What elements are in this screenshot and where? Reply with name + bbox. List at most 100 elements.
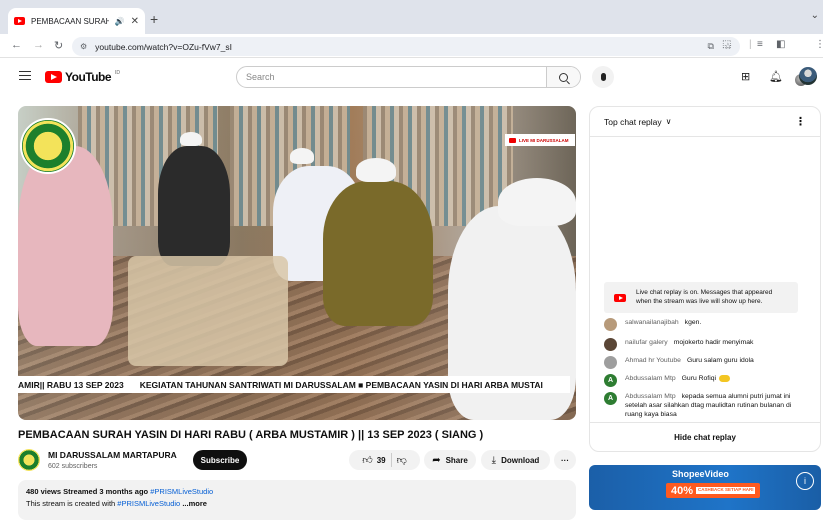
- food-trays: [128, 256, 288, 366]
- speaker-icon[interactable]: 🔊: [115, 17, 125, 26]
- live-badge-label: LIVE MI DARUSSALAM: [519, 137, 569, 143]
- browser-menu-icon[interactable]: ⋮: [815, 39, 823, 50]
- like-button[interactable]: 👍︎ 39: [362, 454, 385, 466]
- chevron-down-icon[interactable]: ∨: [666, 117, 672, 126]
- open-in-app-icon[interactable]: ⧉: [707, 41, 713, 52]
- ad-promo-percent: 40%: [671, 484, 694, 497]
- chat-author-name[interactable]: nailufar galery: [625, 339, 668, 346]
- youtube-logo[interactable]: YouTube ID: [45, 70, 120, 84]
- description-stats-row: 480 views Streamed 3 months ago #PRISMLi…: [26, 487, 568, 496]
- tab-title: PEMBACAAN SURAH YAS: [31, 16, 109, 26]
- search-input[interactable]: Search: [237, 67, 546, 87]
- logo-wordmark: YouTube: [65, 70, 112, 84]
- like-divider: [390, 453, 392, 467]
- youtube-notice-icon: [614, 293, 626, 302]
- chat-message-body: Ahmad hr Youtube Guru salam guru idola: [625, 356, 754, 369]
- new-tab-button[interactable]: +: [150, 11, 158, 27]
- chat-author-avatar[interactable]: [604, 356, 617, 369]
- back-arrow-icon[interactable]: ←: [11, 39, 22, 51]
- chat-author-avatar[interactable]: [604, 318, 617, 331]
- cap-decoration: [180, 132, 202, 146]
- chat-author-avatar[interactable]: A: [604, 392, 617, 405]
- video-player[interactable]: LIVE MI DARUSSALAM AMIR|| RABU 13 SEP 20…: [18, 106, 576, 420]
- extensions-icon[interactable]: ⬚: [722, 39, 731, 50]
- reader-figure: [323, 181, 433, 326]
- shopee-ad-banner[interactable]: ShopeeVideo 40% CASHBACK SETIAP HARI i: [589, 465, 821, 510]
- chat-author-name[interactable]: Ahmad hr Youtube: [625, 357, 681, 364]
- microphone-icon: [600, 73, 606, 81]
- hide-chat-button[interactable]: Hide chat replay: [590, 422, 820, 451]
- description-more-link[interactable]: ...more: [180, 499, 207, 508]
- chat-options-icon[interactable]: ⋮: [795, 115, 806, 128]
- subscribe-button[interactable]: Subscribe: [193, 450, 247, 470]
- close-tab-icon[interactable]: ✕: [131, 16, 139, 27]
- chat-message: salwanailanajibah kgen.: [604, 318, 809, 331]
- url-text: youtube.com/watch?v=OZu-fVw7_sI: [95, 41, 232, 52]
- live-chat-panel: Top chat replay ∨ ⋮ Live chat replay is …: [589, 106, 821, 452]
- live-overlay-badge: LIVE MI DARUSSALAM: [505, 134, 575, 146]
- omnibox[interactable]: ⚙ youtube.com/watch?v=OZu-fVw7_sI ⧉ ☆: [72, 37, 740, 56]
- thumbs-up-icon: 👍︎: [362, 455, 373, 466]
- chat-message-text: Guru salam guru idola: [686, 357, 754, 364]
- browser-tab-bar: PEMBACAAN SURAH YAS 🔊 ✕ + ⌄: [0, 0, 823, 34]
- school-logo-icon: [20, 118, 76, 174]
- description-box[interactable]: 480 views Streamed 3 months ago #PRISMLi…: [18, 480, 576, 520]
- share-label: Share: [445, 455, 468, 465]
- ad-promo: 40% CASHBACK SETIAP HARI: [666, 483, 761, 498]
- chat-message: Ahmad hr Youtube Guru salam guru idola: [604, 356, 809, 369]
- download-button[interactable]: ⤓ Download: [481, 450, 550, 470]
- menu-hamburger-icon[interactable]: [19, 71, 31, 80]
- forward-arrow-icon[interactable]: →: [33, 39, 44, 51]
- voice-search-button[interactable]: [592, 66, 614, 88]
- view-stats: 480 views Streamed 3 months ago: [26, 487, 149, 496]
- chat-replay-notice: Live chat replay is on. Messages that ap…: [604, 282, 798, 313]
- ad-info-icon[interactable]: i: [796, 472, 814, 490]
- chat-message-text: Guru Rofiqi: [681, 375, 717, 382]
- address-bar-row: ← → ↻ ⚙ youtube.com/watch?v=OZu-fVw7_sI …: [0, 34, 823, 86]
- description-hashtag-link[interactable]: #PRISMLiveStudio: [117, 499, 180, 508]
- download-label: Download: [501, 455, 540, 465]
- chat-author-name[interactable]: Abdussalam Mtp: [625, 375, 676, 382]
- create-video-icon[interactable]: ⊞: [741, 70, 750, 83]
- notifications-bell-icon[interactable]: 🔔︎: [769, 70, 783, 83]
- chat-message-body: nailufar galery mojokerto hadir menyimak: [625, 338, 753, 351]
- description-text: This stream is created with: [26, 499, 118, 508]
- share-arrow-icon: ➦: [432, 454, 441, 466]
- more-actions-button[interactable]: ···: [554, 450, 576, 470]
- media-queue-icon[interactable]: ≡: [757, 39, 763, 50]
- channel-avatar[interactable]: [18, 449, 40, 471]
- youtube-header: YouTube ID Search ⊞ 🔔︎: [0, 58, 823, 96]
- chat-author-name[interactable]: Abdussalam Mtp: [625, 393, 676, 400]
- chat-author-avatar[interactable]: [604, 338, 617, 351]
- share-button[interactable]: ➦ Share: [424, 450, 476, 470]
- search-icon: [559, 72, 568, 82]
- ticker-right: KEGIATAN TAHUNAN SANTRIWATI MI DARUSSALA…: [139, 379, 543, 390]
- search-box[interactable]: Search: [236, 66, 581, 88]
- side-panel-icon[interactable]: ◧: [776, 39, 785, 50]
- chat-message: A Abdussalam Mtp Guru Rofiqi: [604, 374, 809, 387]
- search-button[interactable]: [546, 67, 580, 87]
- account-avatar[interactable]: [799, 67, 817, 85]
- live-dot-icon: [509, 137, 516, 143]
- browser-tab[interactable]: PEMBACAAN SURAH YAS 🔊 ✕: [8, 8, 145, 34]
- chat-mode-selector[interactable]: Top chat replay: [604, 117, 662, 127]
- tab-search-chevron-icon[interactable]: ⌄: [811, 10, 819, 21]
- hashtag-link[interactable]: #PRISMLiveStudio: [150, 487, 213, 496]
- ad-brand: ShopeeVideo: [672, 469, 729, 479]
- video-title: PEMBACAAN SURAH YASIN DI HARI RABU ( ARB…: [18, 429, 484, 441]
- channel-name[interactable]: MI DARUSSALAM MARTAPURA: [48, 450, 177, 460]
- chat-author-name[interactable]: salwanailanajibah: [625, 319, 679, 326]
- notice-text: Live chat replay is on. Messages that ap…: [636, 288, 773, 305]
- chat-message-body: salwanailanajibah kgen.: [625, 318, 701, 331]
- chat-header: Top chat replay ∨ ⋮: [590, 107, 820, 137]
- teacher-figure: [158, 146, 230, 266]
- site-settings-icon[interactable]: ⚙: [80, 42, 87, 51]
- thumbs-down-icon[interactable]: 👎︎: [397, 454, 407, 466]
- laughing-emoji-icon: [719, 374, 731, 382]
- chat-author-avatar[interactable]: A: [604, 374, 617, 387]
- cap-decoration: [290, 148, 314, 164]
- subscriber-count: 602 subscribers: [48, 463, 98, 470]
- reload-icon[interactable]: ↻: [54, 39, 63, 52]
- download-icon: ⤓: [491, 454, 497, 466]
- ad-promo-sub: CASHBACK SETIAP HARI: [696, 487, 756, 494]
